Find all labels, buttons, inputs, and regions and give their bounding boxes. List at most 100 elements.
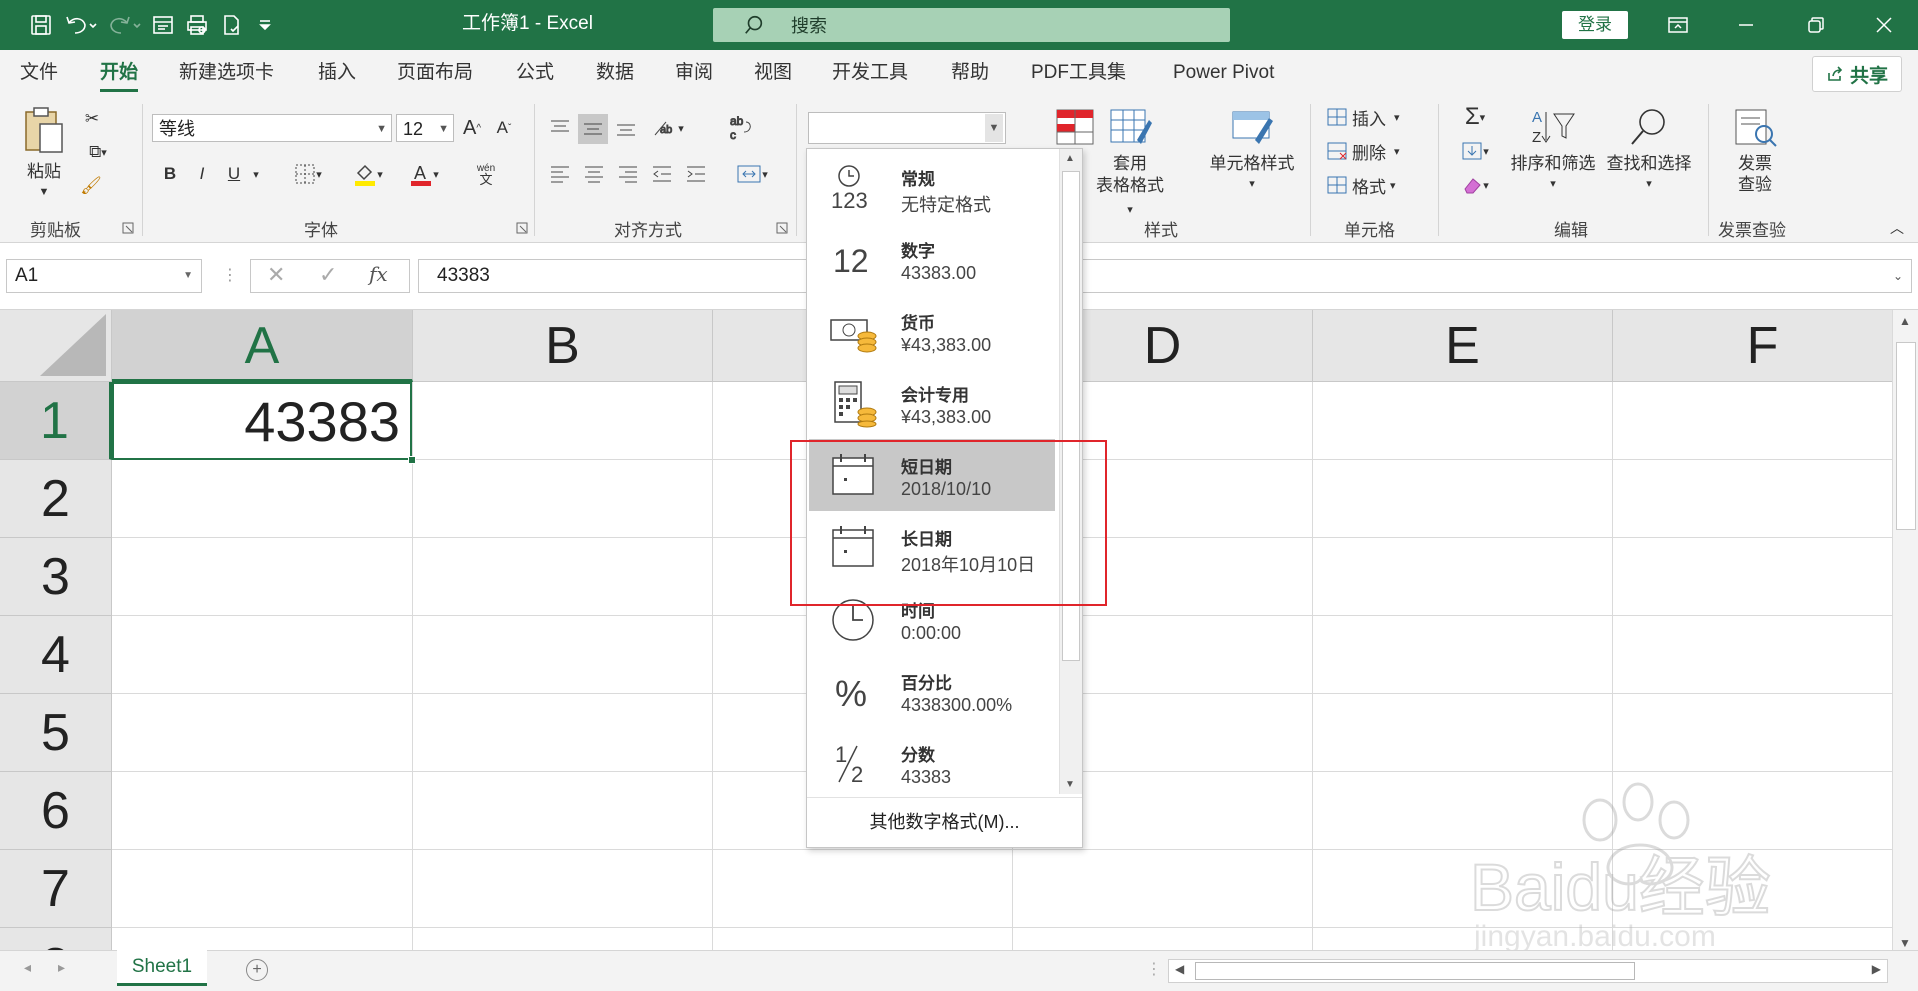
next-sheet-icon[interactable]: ▸ [58,959,65,976]
save-icon[interactable] [24,8,58,42]
insert-cells-button[interactable]: 插入 ▾ [1326,102,1426,132]
font-size-select[interactable]: 12 ▼ [396,114,454,142]
decrease-font-size-icon[interactable]: Aˇ [490,114,518,142]
format-as-table-button[interactable]: 套用 表格格式▾ [1094,106,1166,221]
tab-review[interactable]: 审阅 [675,50,713,98]
format-option-number[interactable]: 12 数字 43383.00 [809,223,1055,295]
tab-power-pivot[interactable]: Power Pivot [1173,50,1274,98]
sheet-tab-sheet1[interactable]: Sheet1 [117,950,207,986]
tab-view[interactable]: 视图 [754,50,792,98]
row-header-6[interactable]: 6 [0,772,112,850]
format-option-long-date[interactable]: 长日期 2018年10月10日 [809,511,1055,583]
row-header-1[interactable]: 1 [0,382,112,460]
vertical-scroll-thumb[interactable] [1896,342,1916,530]
row-header-8[interactable]: 8 [0,928,112,950]
align-left-icon[interactable] [546,160,574,188]
search-box[interactable]: 搜索 [713,8,1230,42]
tab-new-tab[interactable]: 新建选项卡 [179,50,274,98]
fill-handle[interactable] [408,456,416,464]
form-icon[interactable] [146,8,180,42]
restore-icon[interactable] [1786,0,1846,50]
format-option-time[interactable]: 时间 0:00:00 [809,583,1055,655]
format-option-currency[interactable]: 货币 ¥43,383.00 [809,295,1055,367]
formula-input[interactable]: 43383 ⌄ [418,259,1912,293]
format-painter-icon[interactable]: 🖌 [76,172,106,200]
phonetic-guide-icon[interactable]: wén 文 [462,158,510,190]
autosum-icon[interactable]: Σ ▾ [1450,102,1500,132]
document-check-icon[interactable] [214,8,248,42]
enter-icon[interactable]: ✓ [319,262,337,288]
horizontal-scroll-thumb[interactable] [1195,962,1635,980]
tab-help[interactable]: 帮助 [951,50,989,98]
column-header-a[interactable]: A [112,310,413,382]
dialog-launcher-icon[interactable] [122,222,134,234]
format-list-scrollbar[interactable]: ▲ ▼ [1059,149,1082,794]
close-icon[interactable] [1854,0,1914,50]
column-header-b[interactable]: B [413,310,713,382]
redo-icon[interactable] [102,8,146,42]
clear-icon[interactable]: ▾ [1450,170,1500,200]
scroll-down-icon[interactable]: ▼ [1899,936,1911,950]
scroll-up-icon[interactable]: ▲ [1899,314,1911,328]
scroll-left-icon[interactable]: ◀ [1175,962,1184,976]
dialog-launcher-icon[interactable] [516,222,528,234]
cancel-icon[interactable]: ✕ [267,262,285,288]
scroll-right-icon[interactable]: ▶ [1872,962,1881,976]
add-sheet-icon[interactable]: + [246,959,268,981]
align-bottom-icon[interactable] [612,114,640,142]
column-header-e[interactable]: E [1313,310,1613,382]
cell-a1[interactable]: 43383 [112,382,412,460]
more-number-formats-button[interactable]: 其他数字格式(M)... [807,797,1082,846]
borders-icon[interactable]: ▾ [284,160,332,188]
wrap-text-icon[interactable]: ab c [726,112,756,144]
format-option-accounting[interactable]: 会计专用 ¥43,383.00 [809,367,1055,439]
delete-cells-button[interactable]: 删除 ▾ [1326,136,1426,166]
undo-icon[interactable] [58,8,102,42]
insert-function-icon[interactable]: fx [369,262,388,286]
number-format-select[interactable]: ▼ [808,112,1006,144]
share-button[interactable]: 共享 [1812,56,1902,92]
format-cells-button[interactable]: 格式 ▾ [1326,170,1426,200]
chevron-down-icon[interactable]: ▾ [248,160,264,188]
previous-sheet-icon[interactable]: ◂ [24,959,31,976]
tab-insert[interactable]: 插入 [318,50,356,98]
ribbon-display-options-icon[interactable] [1648,0,1708,50]
font-color-icon[interactable]: A ▾ [400,160,448,188]
align-top-icon[interactable] [546,114,574,142]
tab-developer[interactable]: 开发工具 [832,50,908,98]
copy-icon[interactable]: ⧉ ▾ [76,138,120,166]
tab-home[interactable]: 开始 [100,50,139,98]
align-middle-icon[interactable] [578,114,608,144]
underline-button[interactable]: U [222,160,246,188]
bold-button[interactable]: B [158,160,182,188]
format-option-percentage[interactable]: % 百分比 4338300.00% [809,655,1055,727]
vertical-scrollbar[interactable]: ▲ ▼ [1892,310,1918,955]
scroll-up-icon[interactable]: ▲ [1065,153,1075,164]
collapse-ribbon-icon[interactable]: ︿ [1886,218,1908,238]
find-select-button[interactable]: 查找和选择 ▾ [1600,106,1698,195]
horizontal-scrollbar[interactable]: ◀ ▶ [1168,959,1888,983]
login-button[interactable]: 登录 [1562,11,1628,39]
decrease-indent-icon[interactable] [648,160,676,188]
customize-qat-icon[interactable] [248,8,282,42]
column-header-f[interactable]: F [1613,310,1892,382]
row-header-7[interactable]: 7 [0,850,112,928]
format-option-fraction[interactable]: 12 分数 43383 [809,727,1055,799]
tab-page-layout[interactable]: 页面布局 [397,50,473,98]
print-preview-icon[interactable] [180,8,214,42]
paste-button[interactable]: 粘贴 ▼ [18,106,70,203]
row-header-2[interactable]: 2 [0,460,112,538]
row-header-3[interactable]: 3 [0,538,112,616]
row-header-4[interactable]: 4 [0,616,112,694]
expand-formula-icon[interactable]: ⌄ [1893,260,1903,292]
cut-icon[interactable]: ✂ [78,106,106,132]
format-option-short-date[interactable]: 短日期 2018/10/10 [809,439,1055,511]
fill-color-icon[interactable]: ▾ [344,160,392,188]
scroll-down-icon[interactable]: ▼ [1065,779,1075,790]
font-name-select[interactable]: 等线 ▼ [152,114,392,142]
orientation-icon[interactable]: ab ▾ [648,114,688,142]
select-all-corner[interactable] [0,310,112,382]
italic-button[interactable]: I [190,160,214,188]
format-list-scroll-thumb[interactable] [1062,171,1080,661]
tab-file[interactable]: 文件 [20,50,58,98]
